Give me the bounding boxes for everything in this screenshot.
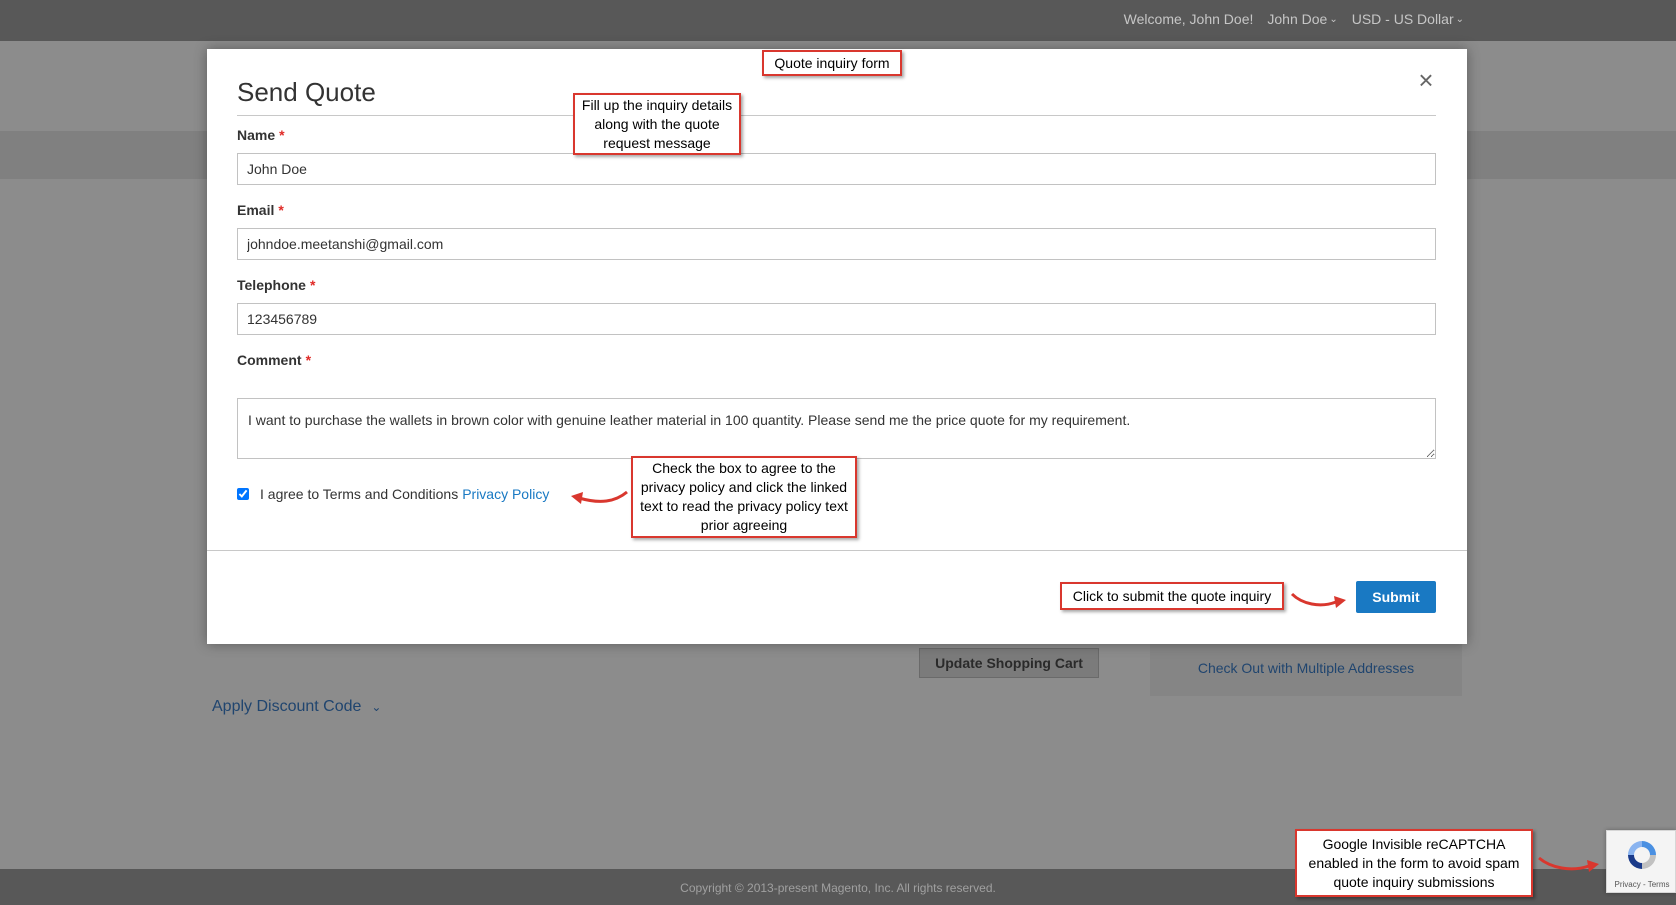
- email-field[interactable]: [237, 228, 1436, 260]
- chevron-down-icon: ⌄: [371, 700, 382, 714]
- comment-label-text: Comment: [237, 352, 302, 368]
- multi-address-link[interactable]: Check Out with Multiple Addresses: [1198, 660, 1414, 676]
- privacy-policy-link[interactable]: Privacy Policy: [462, 486, 549, 502]
- currency-switcher[interactable]: USD - US Dollar ⌄: [1352, 11, 1464, 27]
- required-marker: *: [279, 127, 285, 143]
- modal-title: Send Quote: [237, 77, 376, 107]
- chevron-down-icon: ⌄: [1455, 13, 1464, 25]
- terms-checkbox[interactable]: [237, 488, 249, 500]
- required-marker: *: [278, 202, 284, 218]
- email-label-text: Email: [237, 202, 275, 218]
- email-label: Email *: [237, 202, 284, 218]
- footer-divider: [207, 550, 1467, 551]
- update-cart-button[interactable]: Update Shopping Cart: [919, 648, 1099, 678]
- annotation-fill: Fill up the inquiry details along with t…: [573, 93, 741, 155]
- terms-agreement: I agree to Terms and Conditions Privacy …: [237, 486, 549, 502]
- close-icon[interactable]: ×: [1411, 65, 1441, 95]
- required-marker: *: [309, 277, 316, 293]
- chevron-down-icon: ⌄: [1329, 13, 1338, 25]
- name-field[interactable]: [237, 153, 1436, 185]
- annotation-checkbox: Check the box to agree to the privacy po…: [631, 456, 857, 538]
- header-links: Welcome, John Doe! John Doe ⌄ USD - US D…: [1124, 11, 1464, 27]
- comment-label: Comment *: [237, 352, 311, 368]
- account-switcher[interactable]: John Doe ⌄: [1267, 11, 1337, 27]
- annotation-recaptcha: Google Invisible reCAPTCHA enabled in th…: [1295, 829, 1533, 897]
- annotation-submit: Click to submit the quote inquiry: [1060, 582, 1284, 610]
- comment-field[interactable]: I want to purchase the wallets in brown …: [237, 398, 1436, 459]
- submit-button[interactable]: Submit: [1356, 581, 1436, 613]
- apply-discount-toggle[interactable]: Apply Discount Code ⌄: [212, 698, 381, 716]
- currency-label: USD - US Dollar: [1351, 11, 1454, 27]
- send-quote-modal: Send Quote × Name* Email* Telephone* Com…: [207, 49, 1467, 644]
- terms-text: I agree to Terms and Conditions: [260, 486, 459, 502]
- cart-summary-box: Check Out with Multiple Addresses: [1150, 640, 1462, 696]
- arrow-to-privacy-icon: [571, 490, 628, 504]
- arrow-to-recaptcha-icon: [1538, 856, 1599, 872]
- name-label: Name *: [237, 127, 285, 143]
- discount-label: Apply Discount Code: [212, 698, 362, 715]
- annotation-form: Quote inquiry form: [762, 50, 902, 76]
- required-marker: *: [305, 352, 312, 368]
- top-header-bar: Welcome, John Doe! John Doe ⌄ USD - US D…: [0, 0, 1676, 41]
- title-divider: [237, 115, 1436, 116]
- telephone-label-text: Telephone: [237, 277, 306, 293]
- welcome-message: Welcome, John Doe!: [1123, 11, 1254, 27]
- telephone-field[interactable]: [237, 303, 1436, 335]
- name-label-text: Name: [237, 127, 276, 143]
- arrow-to-submit-icon: [1290, 592, 1346, 608]
- recaptcha-icon: [1628, 841, 1656, 869]
- recaptcha-terms[interactable]: Privacy - Terms: [1607, 880, 1676, 889]
- recaptcha-badge[interactable]: Privacy - Terms: [1606, 830, 1676, 893]
- telephone-label: Telephone *: [237, 277, 315, 293]
- account-name: John Doe: [1267, 11, 1328, 27]
